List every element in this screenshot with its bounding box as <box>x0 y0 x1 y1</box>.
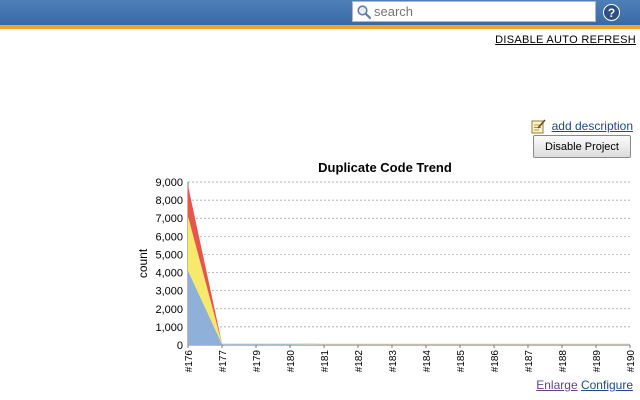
x-tick-label: #184 <box>422 350 433 373</box>
search-icon <box>357 5 372 20</box>
x-tick-label: #190 <box>626 350 637 373</box>
y-tick-label: 6,000 <box>155 231 183 243</box>
add-description-link[interactable]: add description <box>552 119 633 133</box>
x-tick-label: #189 <box>592 350 603 373</box>
duplicate-code-trend-chart: Duplicate Code Trend 0 1,000 2,000 3,000 4,0… <box>130 158 640 378</box>
x-tick-label: #180 <box>286 350 297 373</box>
disable-project-button[interactable]: Disable Project <box>533 135 631 158</box>
y-tick-label: 1,000 <box>155 322 183 334</box>
x-tick-label: #185 <box>456 350 467 373</box>
y-tick-label: 4,000 <box>155 268 183 280</box>
y-axis-label: count <box>136 248 150 278</box>
y-tick-label: 7,000 <box>155 213 183 225</box>
x-tick-label: #188 <box>558 350 569 373</box>
x-tick-label: #177 <box>218 350 229 373</box>
x-tick-label: #183 <box>388 350 399 373</box>
y-tick-label: 0 <box>177 340 183 352</box>
y-tick-label: 5,000 <box>155 249 183 261</box>
help-icon[interactable]: ? <box>603 4 620 21</box>
enlarge-link[interactable]: Enlarge <box>536 378 577 392</box>
x-tick-label: #181 <box>320 350 331 373</box>
configure-link[interactable]: Configure <box>581 378 633 392</box>
header-accent-stripe <box>0 25 640 29</box>
disable-auto-refresh-link[interactable]: DISABLE AUTO REFRESH <box>495 34 636 46</box>
chart-title: Duplicate Code Trend <box>318 160 452 175</box>
y-tick-label: 2,000 <box>155 304 183 316</box>
chart-plot: 0 1,000 2,000 3,000 4,000 5,000 6,000 7,000 8,00… <box>136 177 637 373</box>
search-input[interactable] <box>374 2 592 21</box>
x-tick-label: #186 <box>490 350 501 373</box>
x-tick-label: #187 <box>524 350 535 373</box>
area-series-1 <box>188 270 630 345</box>
search-box[interactable] <box>352 1 596 22</box>
y-tick-label: 3,000 <box>155 286 183 298</box>
y-tick-label: 9,000 <box>155 177 183 189</box>
x-tick-label: #182 <box>354 350 365 373</box>
edit-note-icon <box>531 119 546 134</box>
area-series-2 <box>188 216 630 345</box>
x-tick-label: #176 <box>184 350 195 373</box>
x-tick-label: #179 <box>252 350 263 373</box>
chart-links: Enlarge Configure <box>536 378 633 392</box>
area-series-3 <box>188 185 630 345</box>
y-tick-label: 8,000 <box>155 195 183 207</box>
